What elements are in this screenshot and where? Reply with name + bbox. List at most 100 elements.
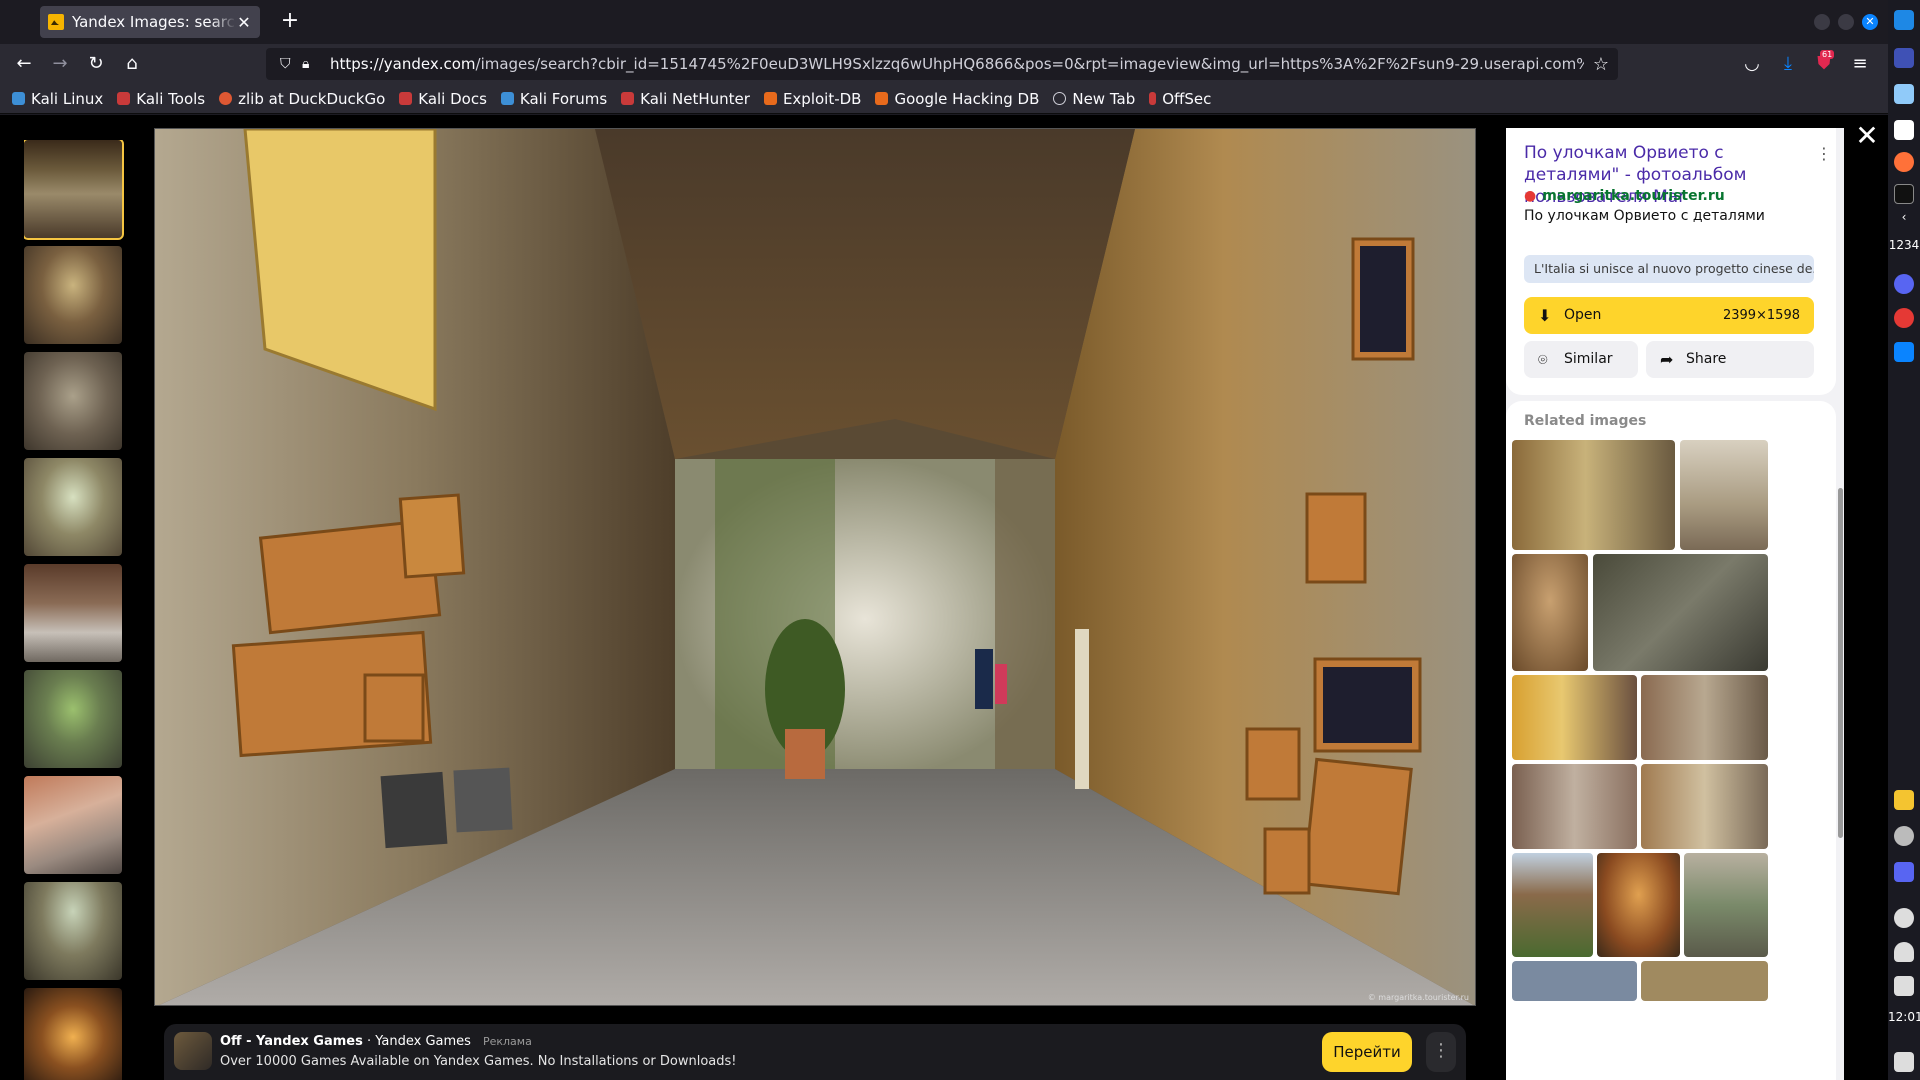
bookmarks-toolbar: Kali Linux Kali Tools zlib at DuckDuckGo… [0,84,1888,114]
ad-go-button[interactable]: Перейти [1322,1032,1412,1072]
thumbnail[interactable] [24,458,122,556]
bookmark-label: New Tab [1072,89,1136,108]
network-status-icon[interactable] [1894,790,1914,810]
related-image[interactable] [1512,675,1637,760]
lock-screen-icon[interactable] [1894,1052,1914,1072]
more-options-icon[interactable]: ⋮ [1816,144,1832,163]
tab-title: Yandex Images: search for [72,13,236,31]
menu-hamburger-icon[interactable]: ≡ [1848,52,1872,76]
thumbnail[interactable] [24,564,122,662]
bookmark-new-tab[interactable]: New Tab [1053,90,1135,108]
related-image[interactable] [1641,675,1768,760]
text-editor-icon[interactable] [1894,120,1914,140]
globe-icon [1053,92,1067,105]
related-image[interactable] [1680,440,1768,550]
bookmark-label: Kali Tools [136,89,206,108]
related-query-chip[interactable]: L'Italia si unisce al nuovo progetto cin… [1524,255,1814,283]
thumbnail[interactable] [24,352,122,450]
related-image[interactable] [1512,853,1593,957]
panel-scrollbar[interactable] [1838,488,1843,838]
downloads-icon[interactable]: ⤓ [1776,52,1800,76]
bookmark-kali-linux[interactable]: Kali Linux [12,90,103,108]
bookmark-kali-nethunter[interactable]: Kali NetHunter [621,90,750,108]
minimize-button[interactable] [1814,14,1830,30]
url-text[interactable]: https://yandex.com/images/search?cbir_id… [330,55,1584,73]
bookmark-offsec[interactable]: OffSec [1149,90,1211,108]
maximize-button[interactable] [1838,14,1854,30]
kali-nethunter-icon [621,92,635,105]
related-images-section: Related images [1506,401,1836,1080]
related-image[interactable] [1684,853,1768,957]
related-image[interactable] [1512,961,1637,1001]
wifi-icon[interactable] [1894,826,1914,846]
pocket-icon[interactable]: ◡ [1740,52,1764,76]
site-favicon-icon: ● [1524,188,1537,204]
tab-bar: Yandex Images: search for ✕ + ✕ [0,0,1888,44]
related-image[interactable] [1512,440,1675,550]
workspace-icon[interactable] [1894,48,1914,68]
bookmark-zlib-duckduckgo[interactable]: zlib at DuckDuckGo [219,90,385,108]
orvieto-alley-photo [155,129,1475,1005]
thumbnail[interactable] [24,670,122,768]
tab-yandex-images[interactable]: Yandex Images: search for ✕ [40,6,260,38]
extension-badge: 61 [1820,50,1835,59]
forward-arrow-icon[interactable]: → [48,52,72,76]
terminal-icon[interactable] [1894,184,1914,204]
tab-close-icon[interactable]: ✕ [236,13,252,32]
share-label: Share [1686,351,1727,367]
related-image[interactable] [1512,764,1637,849]
share-button[interactable]: ➦ Share [1646,341,1814,378]
bookmark-label: Kali Forums [519,89,608,108]
ad-brand[interactable]: Off - Yandex Games [220,1034,363,1049]
thumbnail[interactable] [24,246,122,344]
address-bar[interactable]: ⛉ 🔒︎ https://yandex.com/images/search?cb… [266,48,1618,80]
open-label: Open [1564,307,1602,323]
google-hacking-db-icon [875,92,889,105]
lock-icon[interactable]: 🔒︎ [302,56,324,72]
bookmark-label: Google Hacking DB [894,89,1040,108]
source-site[interactable]: ● margaritka.tourister.ru [1524,188,1725,204]
thumbnail[interactable] [24,882,122,980]
ad-more-button[interactable]: ⋮ [1426,1032,1456,1072]
thumbnail[interactable] [24,988,122,1080]
related-image[interactable] [1512,554,1588,671]
notification-badge-icon[interactable] [1894,308,1914,328]
main-image-viewer[interactable]: © margaritka.tourister.ru [154,128,1476,1006]
vscode-icon[interactable] [1894,342,1914,362]
new-tab-button[interactable]: + [276,8,304,36]
battery-icon[interactable] [1894,976,1914,996]
thumbnail-selected[interactable] [24,140,124,240]
collapse-arrow-icon[interactable]: ‹ [1888,210,1920,224]
shield-icon[interactable]: ⛉ [280,56,302,72]
image-dimensions: 2399×1598 [1722,308,1800,323]
related-image[interactable] [1641,764,1768,849]
folder-icon[interactable] [1894,84,1914,104]
firefox-icon[interactable] [1894,152,1914,172]
open-image-button[interactable]: ⬇ Open 2399×1598 [1524,297,1814,334]
related-image[interactable] [1641,961,1768,1001]
thumbnail[interactable] [24,776,122,874]
bookmark-google-hacking-db[interactable]: Google Hacking DB [875,90,1039,108]
discord-tray-icon[interactable] [1894,862,1914,882]
similar-button[interactable]: ⌾ Similar [1524,341,1638,378]
volume-icon[interactable] [1894,908,1914,928]
bookmark-kali-forums[interactable]: Kali Forums [500,89,608,108]
kali-forums-icon [500,92,514,105]
files-icon[interactable] [1894,10,1914,30]
back-arrow-icon[interactable]: ← [12,52,36,76]
window-close-button[interactable]: ✕ [1862,14,1878,30]
close-viewer-icon[interactable]: ✕ [1852,122,1882,152]
keyboard-layout-indicator: 1234 [1888,238,1920,252]
ad-banner[interactable]: Off - Yandex Games · Yandex Games Реклама… [164,1024,1466,1080]
bell-icon[interactable] [1894,942,1914,962]
bookmark-kali-docs[interactable]: Kali Docs [399,90,487,108]
reload-icon[interactable]: ↻ [84,52,108,76]
bookmark-exploit-db[interactable]: Exploit-DB [763,90,861,108]
bookmark-kali-tools[interactable]: Kali Tools [117,90,205,108]
bookmark-star-icon[interactable]: ☆ [1584,54,1618,75]
bookmark-label: zlib at DuckDuckGo [238,89,386,108]
related-image[interactable] [1593,554,1768,671]
discord-icon[interactable] [1894,274,1914,294]
related-image[interactable] [1597,853,1680,957]
home-icon[interactable]: ⌂ [120,52,144,76]
